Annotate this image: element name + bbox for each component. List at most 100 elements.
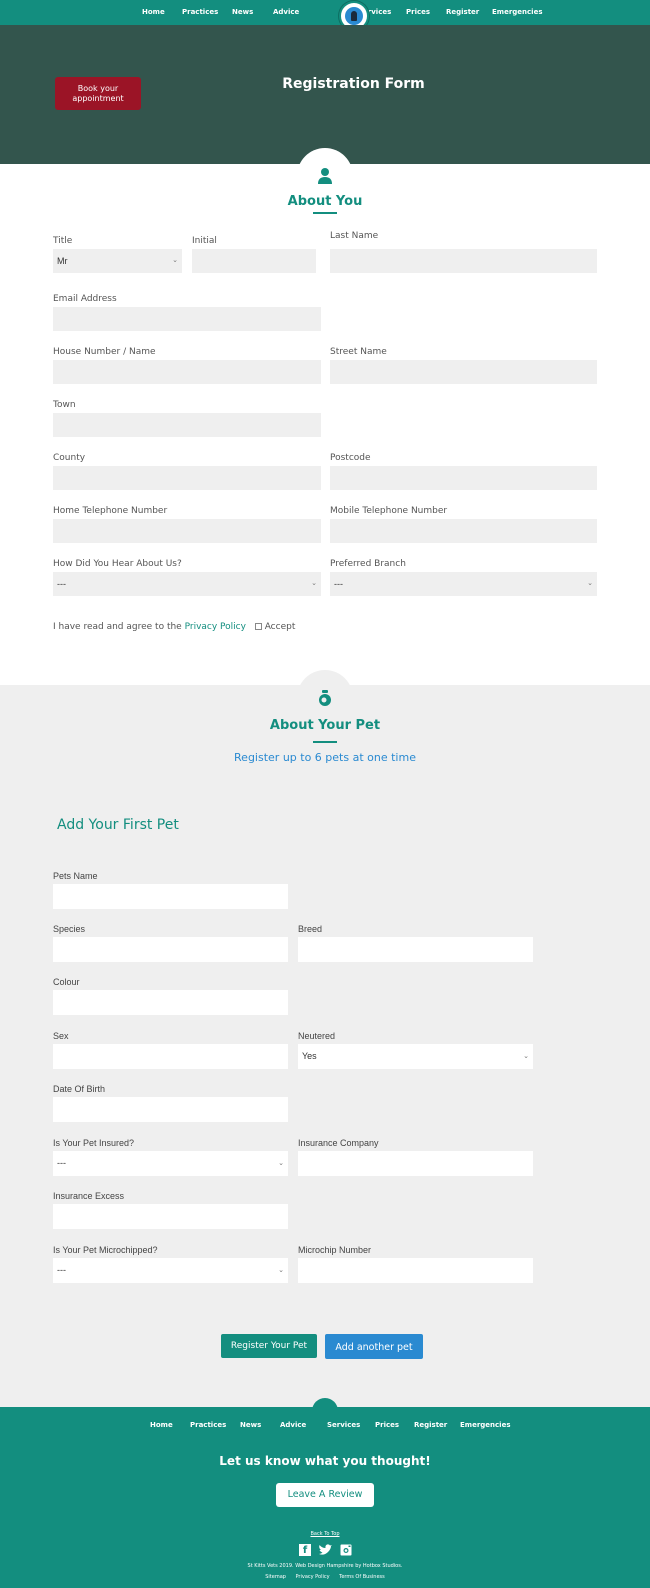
mobile-tel-input[interactable] [330, 519, 597, 543]
chevron-down-icon: ⌄ [311, 580, 317, 587]
title-underline [313, 212, 337, 214]
insured-select[interactable]: --- ⌄ [53, 1151, 288, 1176]
title-underline [313, 741, 337, 743]
chip-number-label: Microchip Number [298, 1245, 372, 1255]
branch-select[interactable]: --- ⌄ [330, 572, 597, 596]
mobile-tel-label: Mobile Telephone Number [330, 506, 448, 516]
initial-input[interactable] [192, 249, 316, 273]
species-input[interactable] [53, 937, 288, 962]
town-input[interactable] [53, 413, 321, 437]
sex-input[interactable] [53, 1044, 288, 1069]
terms-link[interactable]: Terms Of Business [339, 1574, 385, 1580]
ins-excess-input[interactable] [53, 1204, 288, 1229]
twitter-icon[interactable] [318, 1544, 332, 1556]
chip-number-input[interactable] [298, 1258, 533, 1283]
person-icon [318, 168, 332, 184]
privacy-text: I have read and agree to the [53, 622, 182, 632]
register-pet-button[interactable]: Register Your Pet [221, 1334, 317, 1358]
colour-input[interactable] [53, 990, 288, 1015]
county-input[interactable] [53, 466, 321, 490]
footer-nav-home[interactable]: Home [150, 1421, 173, 1429]
pet-name-input[interactable] [53, 884, 288, 909]
book-line-2: appointment [72, 94, 124, 103]
footer-nav-news[interactable]: News [240, 1421, 261, 1429]
title-value: Mr [57, 256, 68, 266]
insured-label: Is Your Pet Insured? [53, 1138, 135, 1148]
footer-links: Sitemap Privacy Policy Terms Of Business [0, 1574, 650, 1580]
nav-practices[interactable]: Practices [182, 8, 218, 16]
chipped-value: --- [57, 1265, 66, 1275]
town-label: Town [53, 400, 76, 410]
leave-review-button[interactable]: Leave A Review [276, 1483, 374, 1507]
book-line-1: Book your [77, 84, 119, 93]
footer-nav-advice[interactable]: Advice [280, 1421, 306, 1429]
book-appointment-button[interactable]: Book your appointment [55, 77, 141, 110]
facebook-icon[interactable]: f [299, 1544, 311, 1556]
nav-register[interactable]: Register [446, 8, 479, 16]
branch-value: --- [334, 579, 343, 589]
house-label: House Number / Name [53, 347, 156, 357]
sitemap-link[interactable]: Sitemap [265, 1574, 286, 1580]
branch-label: Preferred Branch [330, 559, 406, 569]
dob-input[interactable] [53, 1097, 288, 1122]
sex-label: Sex [53, 1031, 69, 1041]
footer-nav-services[interactable]: Services [327, 1421, 360, 1429]
last-name-input[interactable] [330, 249, 597, 273]
chevron-down-icon: ⌄ [278, 1267, 284, 1274]
pet-bowl-icon [319, 690, 331, 706]
footer-nav-practices[interactable]: Practices [190, 1421, 226, 1429]
nav-news[interactable]: News [232, 8, 253, 16]
hear-label: How Did You Hear About Us? [53, 559, 182, 569]
footer-nav-emergencies[interactable]: Emergencies [460, 1421, 510, 1429]
insured-value: --- [57, 1158, 66, 1168]
nav-emergencies[interactable]: Emergencies [492, 8, 542, 16]
privacy-policy-link[interactable]: Privacy Policy [185, 622, 246, 632]
postcode-input[interactable] [330, 466, 597, 490]
pet-name-label: Pets Name [53, 871, 98, 881]
top-nav: Home Practices News Advice Services Pric… [0, 0, 650, 25]
about-pet-title: About Your Pet [269, 718, 381, 733]
footer-nav-register[interactable]: Register [414, 1421, 447, 1429]
chevron-down-icon: ⌄ [172, 257, 178, 264]
back-to-top-link[interactable]: Back To Top [0, 1531, 650, 1537]
email-input[interactable] [53, 307, 321, 331]
add-another-pet-button[interactable]: Add another pet [325, 1334, 423, 1359]
hear-select[interactable]: --- ⌄ [53, 572, 321, 596]
copyright-text: St Kitts Vets 2019. Web Design Hampshire… [247, 1563, 403, 1569]
title-label: Title [53, 236, 73, 246]
street-input[interactable] [330, 360, 597, 384]
feedback-title: Let us know what you thought! [219, 1454, 431, 1468]
page-title: Registration Form [282, 76, 425, 92]
house-input[interactable] [53, 360, 321, 384]
instagram-icon[interactable] [340, 1544, 352, 1556]
cat-silhouette-icon [351, 11, 357, 21]
accept-label: Accept [264, 622, 296, 632]
chipped-label: Is Your Pet Microchipped? [53, 1245, 158, 1255]
footer-nav-prices[interactable]: Prices [375, 1421, 399, 1429]
home-tel-input[interactable] [53, 519, 321, 543]
email-label: Email Address [53, 294, 117, 304]
neutered-select[interactable]: Yes ⌄ [298, 1044, 533, 1069]
privacy-row: I have read and agree to the Privacy Pol… [53, 622, 295, 632]
chevron-down-icon: ⌄ [278, 1160, 284, 1167]
chipped-select[interactable]: --- ⌄ [53, 1258, 288, 1283]
ins-company-label: Insurance Company [298, 1138, 379, 1148]
title-select[interactable]: Mr ⌄ [53, 249, 182, 273]
ins-company-input[interactable] [298, 1151, 533, 1176]
neutered-value: Yes [302, 1051, 317, 1061]
chevron-down-icon: ⌄ [587, 580, 593, 587]
accept-checkbox[interactable] [254, 623, 262, 630]
last-name-label: Last Name [330, 231, 379, 241]
breed-input[interactable] [298, 937, 533, 962]
breed-label: Breed [298, 924, 323, 934]
hear-value: --- [57, 579, 66, 589]
county-label: County [53, 453, 86, 463]
neutered-label: Neutered [298, 1031, 336, 1041]
colour-label: Colour [53, 977, 80, 987]
privacy-policy-footer-link[interactable]: Privacy Policy [295, 1574, 329, 1580]
about-you-title: About You [287, 194, 363, 209]
add-first-pet-heading: Add Your First Pet [57, 817, 179, 833]
nav-prices[interactable]: Prices [406, 8, 430, 16]
nav-advice[interactable]: Advice [273, 8, 299, 16]
nav-home[interactable]: Home [142, 8, 165, 16]
